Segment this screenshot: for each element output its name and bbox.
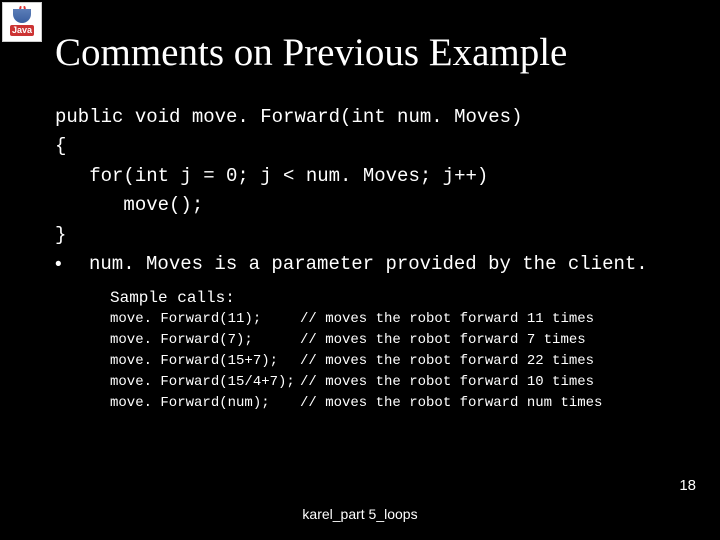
sample-row: move. Forward(7); // moves the robot for… <box>110 330 665 351</box>
sample-call: move. Forward(7); <box>110 330 300 351</box>
bullet-text: num. Moves is a parameter provided by th… <box>89 250 648 280</box>
code-block: public void move. Forward(int num. Moves… <box>55 103 665 250</box>
sample-comment: // moves the robot forward num times <box>300 393 602 414</box>
bullet-icon <box>55 250 89 280</box>
sample-row: move. Forward(11); // moves the robot fo… <box>110 309 665 330</box>
bullet-item: num. Moves is a parameter provided by th… <box>55 250 665 280</box>
footer-text: karel_part 5_loops <box>0 506 720 522</box>
sample-call: move. Forward(num); <box>110 393 300 414</box>
slide-body: Comments on Previous Example public void… <box>0 0 720 540</box>
sample-comment: // moves the robot forward 7 times <box>300 330 586 351</box>
code-line: { <box>55 135 66 157</box>
code-line: for(int j = 0; j < num. Moves; j++) <box>55 165 488 187</box>
code-line: } <box>55 224 66 246</box>
samples-block: Sample calls: move. Forward(11); // move… <box>110 289 665 414</box>
sample-call: move. Forward(15+7); <box>110 351 300 372</box>
code-line: public void move. Forward(int num. Moves… <box>55 106 522 128</box>
slide-title: Comments on Previous Example <box>55 30 665 75</box>
sample-comment: // moves the robot forward 11 times <box>300 309 594 330</box>
page-number: 18 <box>679 477 696 494</box>
samples-label: Sample calls: <box>110 289 665 307</box>
code-line: move(); <box>55 194 203 216</box>
sample-row: move. Forward(num); // moves the robot f… <box>110 393 665 414</box>
sample-call: move. Forward(15/4+7); <box>110 372 300 393</box>
sample-row: move. Forward(15/4+7); // moves the robo… <box>110 372 665 393</box>
sample-row: move. Forward(15+7); // moves the robot … <box>110 351 665 372</box>
sample-call: move. Forward(11); <box>110 309 300 330</box>
sample-comment: // moves the robot forward 10 times <box>300 372 594 393</box>
sample-comment: // moves the robot forward 22 times <box>300 351 594 372</box>
